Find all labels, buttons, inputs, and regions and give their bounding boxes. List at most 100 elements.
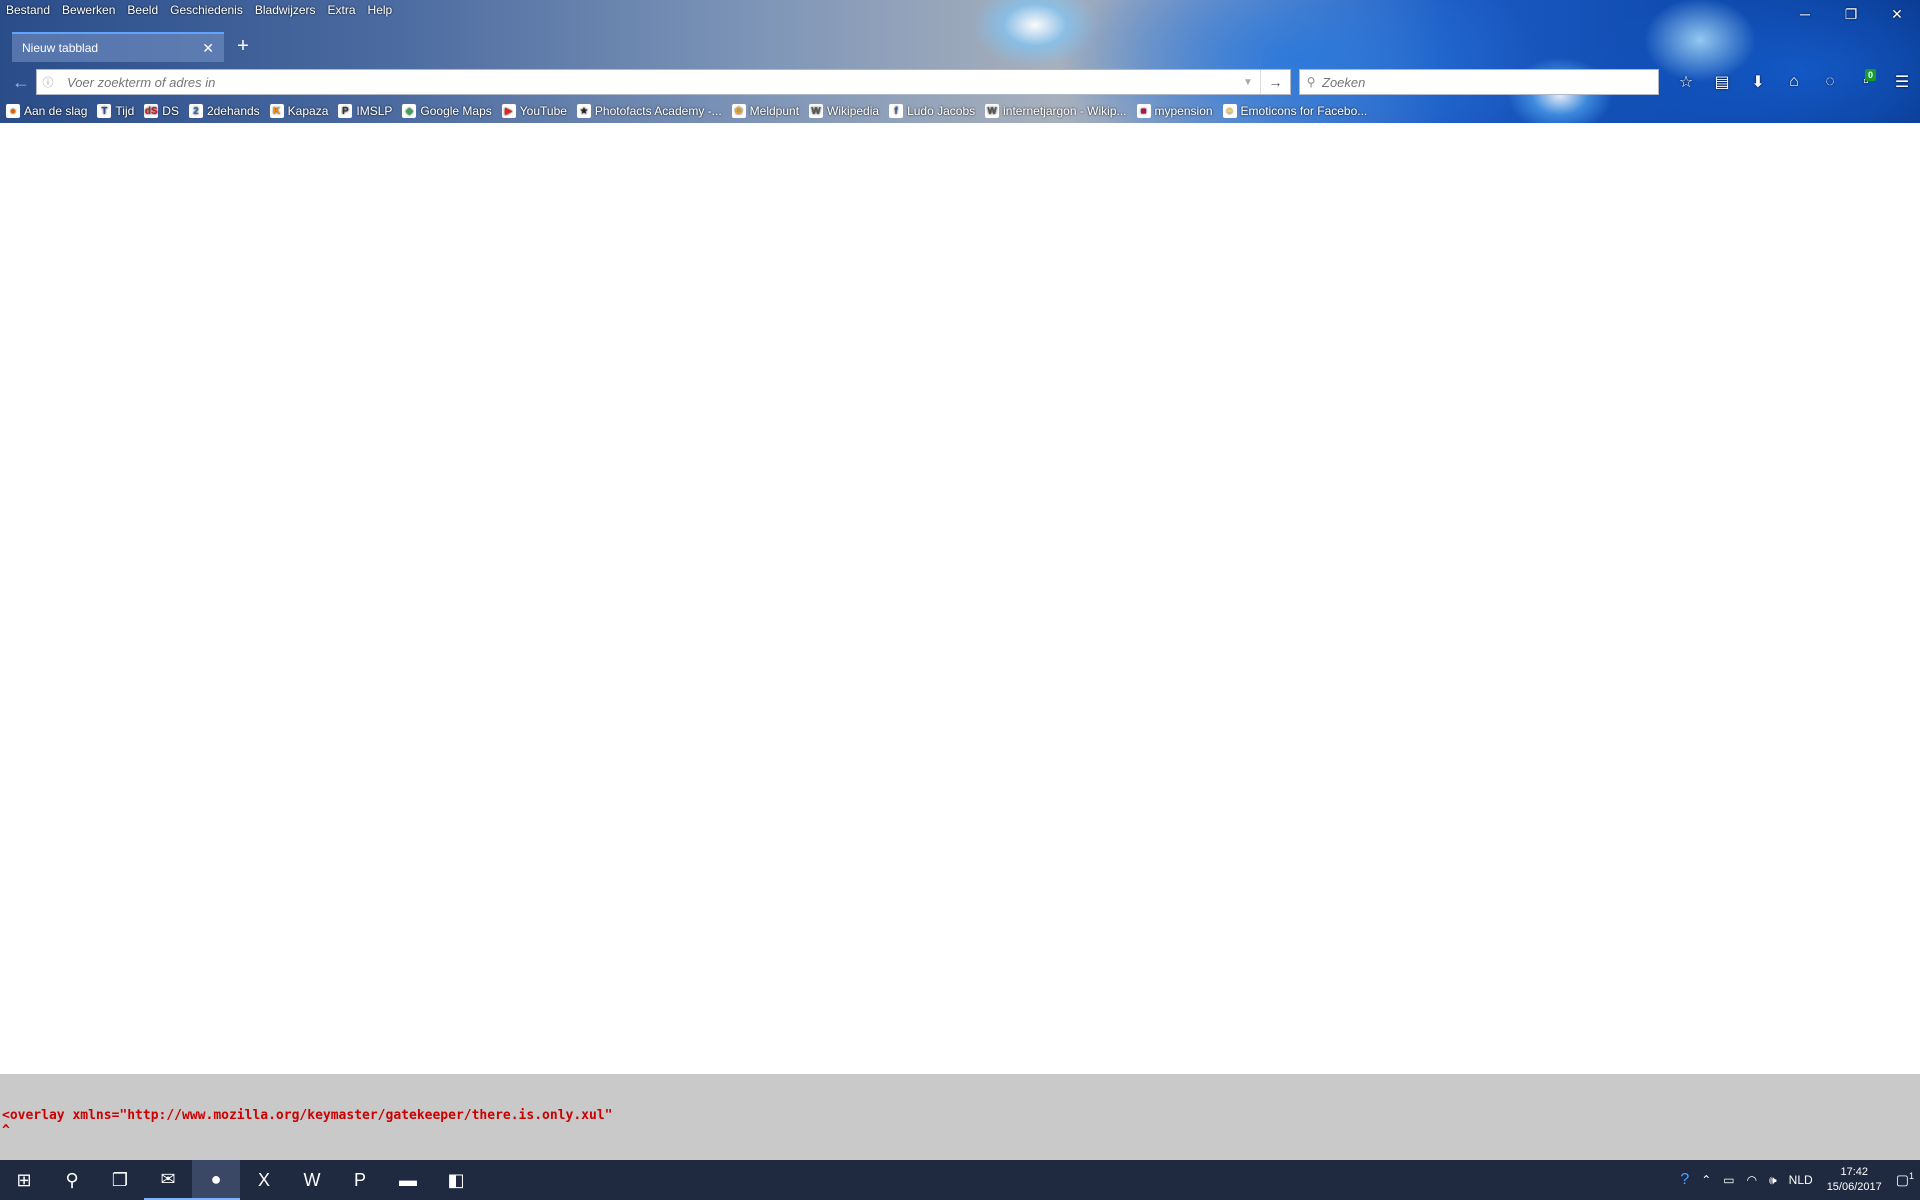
bookmark-item[interactable]: ☺ Emoticons for Facebo... (1222, 104, 1367, 118)
extension-icon[interactable]: ◌ (1812, 69, 1848, 95)
back-button[interactable]: ← (8, 69, 34, 95)
search-input[interactable] (1322, 74, 1658, 90)
addon-badge-icon[interactable]: ▫ 0 (1848, 69, 1884, 95)
tijd-icon: T (97, 104, 112, 118)
bookmark-label: 2dehands (206, 104, 260, 118)
bookmark-label: IMSLP (356, 104, 393, 118)
navigation-bar: ← ⓘ ▼ → ⚲ ☆ ▤ ⬇ ⌂ ◌ ▫0 ☰ (0, 64, 1920, 98)
bookmark-label: Photofacts Academy -... (594, 104, 722, 118)
info-icon[interactable]: ⓘ (37, 74, 59, 90)
bookmark-item[interactable]: f Ludo Jacobs (889, 104, 975, 118)
bookmark-label: Tijd (115, 104, 135, 118)
volume-icon[interactable]: 🕪 (1763, 1173, 1783, 1188)
search-icon: ⚲ (1306, 75, 1316, 89)
window-controls: ─ ❐ ✕ (1782, 0, 1920, 28)
tab-title: Nieuw tabblad (22, 41, 99, 55)
notification-count: 1 (1908, 1171, 1914, 1182)
addon-badge-count: 0 (1864, 69, 1876, 81)
help-icon[interactable]: ? (1674, 1171, 1695, 1189)
bookmark-item[interactable]: Winternetjargon - Wikip... (985, 104, 1127, 118)
menu-beeld[interactable]: Beeld (121, 0, 164, 20)
home-icon[interactable]: ⌂ (1776, 69, 1812, 95)
minimize-button[interactable]: ─ (1782, 0, 1828, 28)
menu-help[interactable]: Help (362, 0, 399, 20)
bookmark-item[interactable]: ◆ Google Maps (402, 104, 492, 118)
go-button[interactable]: → (1260, 70, 1290, 94)
bookmark-item[interactable]: ● Aan de slag (6, 104, 87, 118)
bookmark-item[interactable]: dS DS (144, 104, 179, 118)
mypension-icon: ■ (1136, 104, 1151, 118)
error-caret: ^ (2, 1123, 10, 1138)
tab-close-icon[interactable]: ✕ (202, 40, 214, 57)
firefox-icon[interactable]: ● (192, 1160, 240, 1200)
bookmark-label: Meldpunt (749, 104, 800, 118)
bookmark-item[interactable]: ★ Photofacts Academy -... (576, 104, 722, 118)
bookmark-item[interactable]: W Wikipedia (809, 104, 879, 118)
maps-icon: ◆ (402, 104, 417, 118)
menu-bestand[interactable]: Bestand (0, 0, 56, 20)
menu-bladwijzers[interactable]: Bladwijzers (249, 0, 322, 20)
browser-chrome: Bestand Bewerken Beeld Geschiedenis Blad… (0, 0, 1920, 123)
bookmark-label: Aan de slag (24, 104, 88, 118)
bookmark-label: internetjargon - Wikip... (1003, 104, 1127, 118)
taskbar-apps: ⊞ ⚲ ❐ ✉ ● X W P ▬ ◧ (0, 1160, 480, 1200)
bookmark-item[interactable]: T Tijd (97, 104, 134, 118)
bookmark-label: YouTube (519, 104, 567, 118)
youtube-icon: ▶ (501, 104, 516, 118)
bookmark-star-icon[interactable]: ☆ (1668, 69, 1704, 95)
reading-list-icon[interactable]: ▤ (1704, 69, 1740, 95)
meldpunt-icon: ✿ (731, 104, 746, 118)
bookmark-label: mypension (1154, 104, 1213, 118)
url-input[interactable] (59, 74, 1236, 90)
bookmark-label: Wikipedia (827, 104, 880, 118)
battery-icon[interactable]: ▭ (1717, 1173, 1740, 1187)
toolbar-buttons: ☆ ▤ ⬇ ⌂ ◌ ▫ 0 ☰ (1668, 69, 1920, 95)
menu-extra[interactable]: Extra (322, 0, 362, 20)
bookmark-item[interactable]: K Kapaza (269, 104, 329, 118)
emoticon-icon: ☺ (1222, 104, 1237, 118)
page-content (0, 123, 1920, 1074)
history-dropdown-icon[interactable]: ▼ (1236, 77, 1260, 88)
system-tray: ? ⌃ ▭ ◠ 🕪 NLD 17:42 15/06/2017 ▢1 (1674, 1160, 1920, 1200)
new-tab-button[interactable]: + (232, 36, 254, 56)
bookmark-label: Kapaza (287, 104, 329, 118)
bookmark-item[interactable]: ■ mypension (1136, 104, 1213, 118)
imslp-icon: P (338, 104, 353, 118)
taskbar: ⊞ ⚲ ❐ ✉ ● X W P ▬ ◧ ? ⌃ ▭ ◠ 🕪 NLD 17:42 15/06/201… (0, 1160, 1920, 1200)
file-explorer-icon[interactable]: ▬ (384, 1160, 432, 1200)
menu-bewerken[interactable]: Bewerken (56, 0, 121, 20)
ds-icon: dS (144, 104, 159, 118)
bookmark-item[interactable]: ▶ YouTube (501, 104, 567, 118)
firefox-icon: ● (6, 104, 20, 118)
url-bar[interactable]: ⓘ ▼ → (36, 69, 1291, 95)
restore-button[interactable]: ❐ (1828, 0, 1874, 28)
bookmark-item[interactable]: P IMSLP (338, 104, 392, 118)
thunderbird-icon[interactable]: ✉ (144, 1160, 192, 1200)
word-icon[interactable]: W (288, 1160, 336, 1200)
download-icon[interactable]: ⬇ (1740, 69, 1776, 95)
tray-expand-icon[interactable]: ⌃ (1695, 1173, 1717, 1187)
powerpoint-icon[interactable]: P (336, 1160, 384, 1200)
search-bar[interactable]: ⚲ (1299, 69, 1659, 95)
search-icon[interactable]: ⚲ (48, 1160, 96, 1200)
hamburger-menu-icon[interactable]: ☰ (1884, 69, 1920, 95)
wikipedia-icon: W (985, 104, 1000, 118)
bookmarks-toolbar: ● Aan de slag T Tijd dS DS 2 2dehands K Kapaza P IM… (0, 100, 1377, 122)
wifi-icon[interactable]: ◠ (1741, 1173, 1763, 1187)
app-icon[interactable]: ◧ (432, 1160, 480, 1200)
clock-date: 15/06/2017 (1826, 1181, 1882, 1193)
bookmark-item[interactable]: 2 2dehands (188, 104, 260, 118)
clock[interactable]: 17:42 15/06/2017 (1819, 1165, 1890, 1195)
tab-nieuw-tabblad[interactable]: Nieuw tabblad ✕ (12, 32, 224, 62)
bookmark-label: Google Maps (420, 104, 492, 118)
language-indicator[interactable]: NLD (1783, 1173, 1819, 1187)
close-window-button[interactable]: ✕ (1874, 0, 1920, 28)
kapaza-icon: K (269, 104, 284, 118)
bookmark-item[interactable]: ✿ Meldpunt (731, 104, 800, 118)
windows-start-icon[interactable]: ⊞ (0, 1160, 48, 1200)
menu-geschiedenis[interactable]: Geschiedenis (164, 0, 249, 20)
clock-time: 17:42 (1840, 1166, 1868, 1178)
notification-icon[interactable]: ▢1 (1890, 1171, 1920, 1189)
excel-icon[interactable]: X (240, 1160, 288, 1200)
task-view-icon[interactable]: ❐ (96, 1160, 144, 1200)
